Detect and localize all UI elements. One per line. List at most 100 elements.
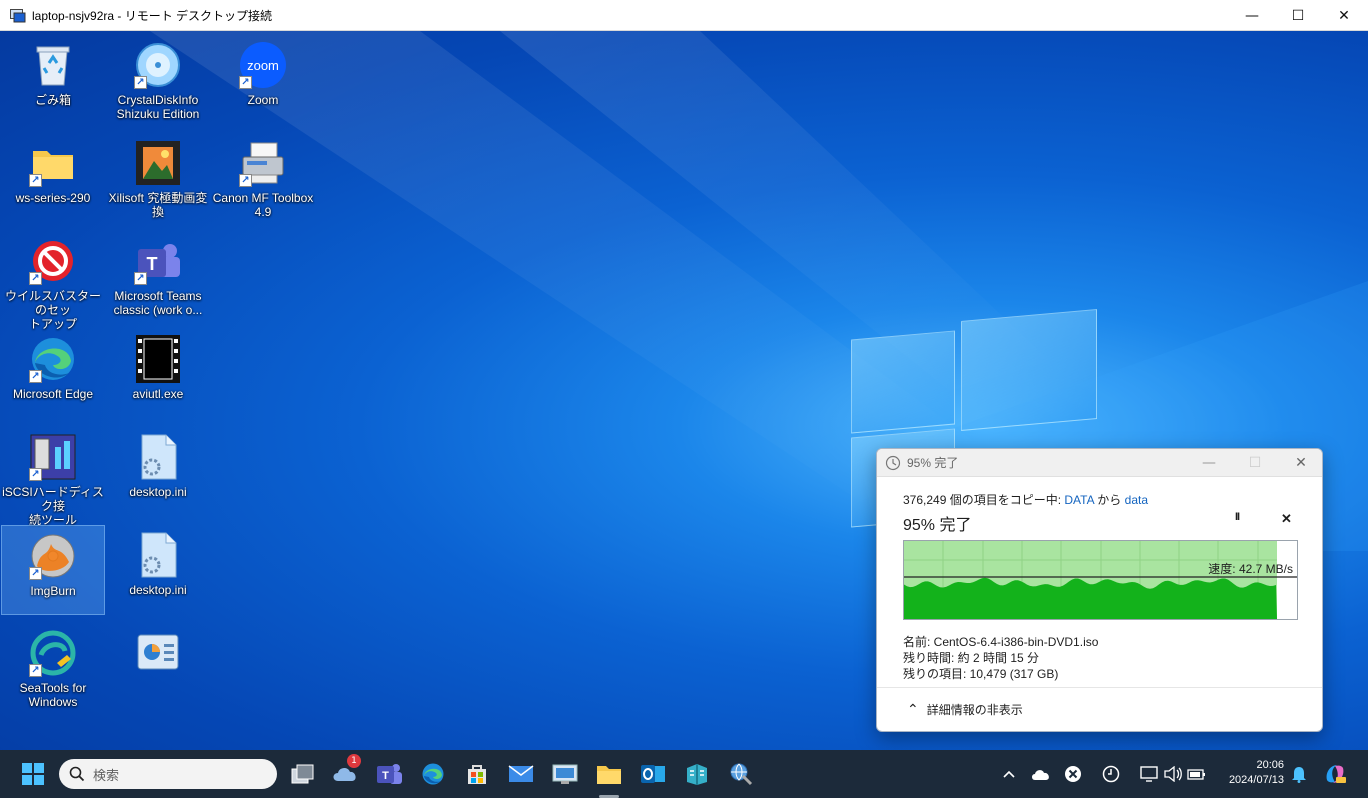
icon-label: iSCSIハードディスク接 続ツール <box>2 485 104 527</box>
svg-text:T: T <box>382 770 389 782</box>
dialog-titlebar: 95% 完了 — ☐ ✕ <box>877 449 1322 477</box>
icon-label: Xilisoft 究極動画変 換 <box>108 191 208 219</box>
icon-label: Zoom <box>247 93 279 107</box>
notification-bell-icon[interactable] <box>1286 758 1312 790</box>
icon-label: aviutl.exe <box>132 387 184 401</box>
clock-time: 20:06 <box>1256 759 1284 771</box>
close-button[interactable]: ✕ <box>1321 0 1367 31</box>
teams-taskbar-icon[interactable]: T <box>373 758 405 790</box>
progress-heading: 95% 完了 II ✕ <box>903 511 1292 534</box>
network-globe-icon[interactable] <box>725 758 757 790</box>
outlook-icon[interactable] <box>637 758 669 790</box>
dialog-close-button[interactable]: ✕ <box>1278 449 1322 477</box>
xilisoft-icon <box>134 139 182 187</box>
desktop-icon-edge[interactable]: ↗ Microsoft Edge <box>1 329 105 419</box>
show-hidden-icons-chevron-up-icon[interactable] <box>994 758 1024 790</box>
sync-clock-icon[interactable] <box>1096 758 1126 790</box>
speed-graph-svg <box>904 541 1297 619</box>
desktop-icon-desktop-ini-1[interactable]: desktop.ini <box>106 427 210 517</box>
app-icon[interactable] <box>681 758 713 790</box>
edge-icon: ↗ <box>29 335 77 383</box>
taskbar-search[interactable]: 検索 <box>59 759 277 789</box>
desktop-icon-aviutl[interactable]: aviutl.exe <box>106 329 210 419</box>
windows-logo-pane <box>851 330 955 434</box>
iscsi-icon: ↗ <box>29 433 77 481</box>
desktop[interactable]: ごみ箱 ↗ ws-series-290 ↗ ウイルスバスターのセッ トアップ ↗… <box>0 31 1368 750</box>
windows-start-icon <box>22 763 44 785</box>
desktop-icon-ws-series[interactable]: ↗ ws-series-290 <box>1 133 105 223</box>
rdp-titlebar: laptop-nsjv92ra - リモート デスクトップ接続 — ☐ ✕ <box>0 0 1368 31</box>
canon-toolbox-icon: ↗ <box>239 139 287 187</box>
desktop-icon-zoom[interactable]: zoom ↗ Zoom <box>211 35 315 125</box>
minimize-button[interactable]: — <box>1229 0 1275 31</box>
taskbar: 検索 1 T 20:06 2024/07/13 <box>0 750 1368 798</box>
desktop-icon-crystaldiskinfo[interactable]: ↗ CrystalDiskInfo Shizuku Edition <box>106 35 210 125</box>
icon-label: Canon MF Toolbox 4.9 <box>212 191 314 219</box>
file-name-line: 名前: CentOS-6.4-i386-bin-DVD1.iso <box>903 635 1099 649</box>
icon-label: Microsoft Edge <box>12 387 94 401</box>
copy-summary: 376,249 個の項目をコピー中: DATA から data <box>903 491 1296 507</box>
desktop-icon-teams[interactable]: T ↗ Microsoft Teams classic (work o... <box>106 231 210 321</box>
icon-label: ws-series-290 <box>15 191 91 205</box>
remote-desktop-icon[interactable] <box>549 758 581 790</box>
desktop-icon-imgburn[interactable]: ↗ ImgBurn <box>1 525 105 615</box>
zoom-icon: zoom ↗ <box>239 41 287 89</box>
file-explorer-icon[interactable] <box>593 758 625 798</box>
close-circle-icon[interactable] <box>1058 758 1088 790</box>
mail-icon[interactable] <box>505 758 537 790</box>
dialog-minimize-button[interactable]: — <box>1186 449 1232 477</box>
taskbar-clock[interactable]: 20:06 2024/07/13 <box>1214 758 1284 788</box>
details-toggle-button[interactable]: ⌃ 詳細情報の非表示 <box>877 687 1322 731</box>
battery-icon[interactable] <box>1182 758 1212 790</box>
search-placeholder: 検索 <box>93 767 120 783</box>
crystaldiskinfo-icon: ↗ <box>134 41 182 89</box>
copilot-icon[interactable] <box>1320 758 1350 790</box>
settings-file-icon <box>134 433 182 481</box>
desktop-icon-seatools[interactable]: ↗ SeaTools for Windows <box>1 623 105 713</box>
dialog-title: 95% 完了 <box>907 456 959 470</box>
icon-label: ImgBurn <box>30 584 76 598</box>
speed-label: 速度: 42.7 MB/s <box>1208 562 1293 576</box>
onedrive-icon[interactable] <box>1026 758 1056 790</box>
icon-label: ウイルスバスターのセッ トアップ <box>4 289 101 331</box>
chevron-up-icon: ⌃ <box>907 701 919 717</box>
desktop-icon-desktop-ini-2[interactable]: desktop.ini <box>106 525 210 615</box>
desktop-icon-virusbuster[interactable]: ↗ ウイルスバスターのセッ トアップ <box>1 231 105 331</box>
store-icon[interactable] <box>461 758 493 790</box>
copy-details: 名前: CentOS-6.4-i386-bin-DVD1.iso 残り時間: 約… <box>903 634 1296 682</box>
maximize-button[interactable]: ☐ <box>1275 0 1321 31</box>
clock-icon <box>885 455 901 471</box>
destination-link[interactable]: data <box>1125 493 1148 507</box>
search-icon <box>69 766 85 782</box>
desktop-icon-canon-toolbox[interactable]: ↗ Canon MF Toolbox 4.9 <box>211 133 315 223</box>
speed-graph: 速度: 42.7 MB/s <box>903 540 1298 620</box>
desktop-icon-iscsi[interactable]: ↗ iSCSIハードディスク接 続ツール <box>1 427 105 527</box>
desktop-icon-recycle-bin[interactable]: ごみ箱 <box>1 35 105 125</box>
details-toggle-label: 詳細情報の非表示 <box>926 703 1023 717</box>
start-button[interactable] <box>17 758 49 790</box>
icon-label: desktop.ini <box>129 583 187 597</box>
clock-date: 2024/07/13 <box>1228 774 1284 786</box>
task-view-icon[interactable] <box>286 758 318 790</box>
icon-label: SeaTools for Windows <box>19 681 87 709</box>
control-panel-icon <box>134 629 182 677</box>
folder-icon: ↗ <box>29 139 77 187</box>
desktop-icon-xilisoft[interactable]: Xilisoft 究極動画変 換 <box>106 133 210 223</box>
weather-icon[interactable]: 1 <box>330 754 362 790</box>
aviutl-icon <box>134 335 182 383</box>
copy-count-text: 376,249 個の項目をコピー中: <box>903 493 1062 507</box>
svg-text:zoom: zoom <box>247 58 279 73</box>
icon-label: Microsoft Teams classic (work o... <box>113 289 203 317</box>
recycle-bin-icon <box>29 41 77 89</box>
seatools-icon: ↗ <box>29 629 77 677</box>
from-word: から <box>1097 493 1122 507</box>
dialog-maximize-button: ☐ <box>1248 455 1262 471</box>
virusbuster-icon: ↗ <box>29 237 77 285</box>
edge-taskbar-icon[interactable] <box>417 758 449 790</box>
icon-label: CrystalDiskInfo Shizuku Edition <box>116 93 200 121</box>
items-remaining-line: 残りの項目: 10,479 (317 GB) <box>903 667 1059 681</box>
source-link[interactable]: DATA <box>1064 493 1094 507</box>
desktop-icon-control-panel[interactable] <box>106 623 210 713</box>
pause-button[interactable]: II <box>1235 511 1240 523</box>
cancel-copy-button[interactable]: ✕ <box>1281 511 1292 527</box>
